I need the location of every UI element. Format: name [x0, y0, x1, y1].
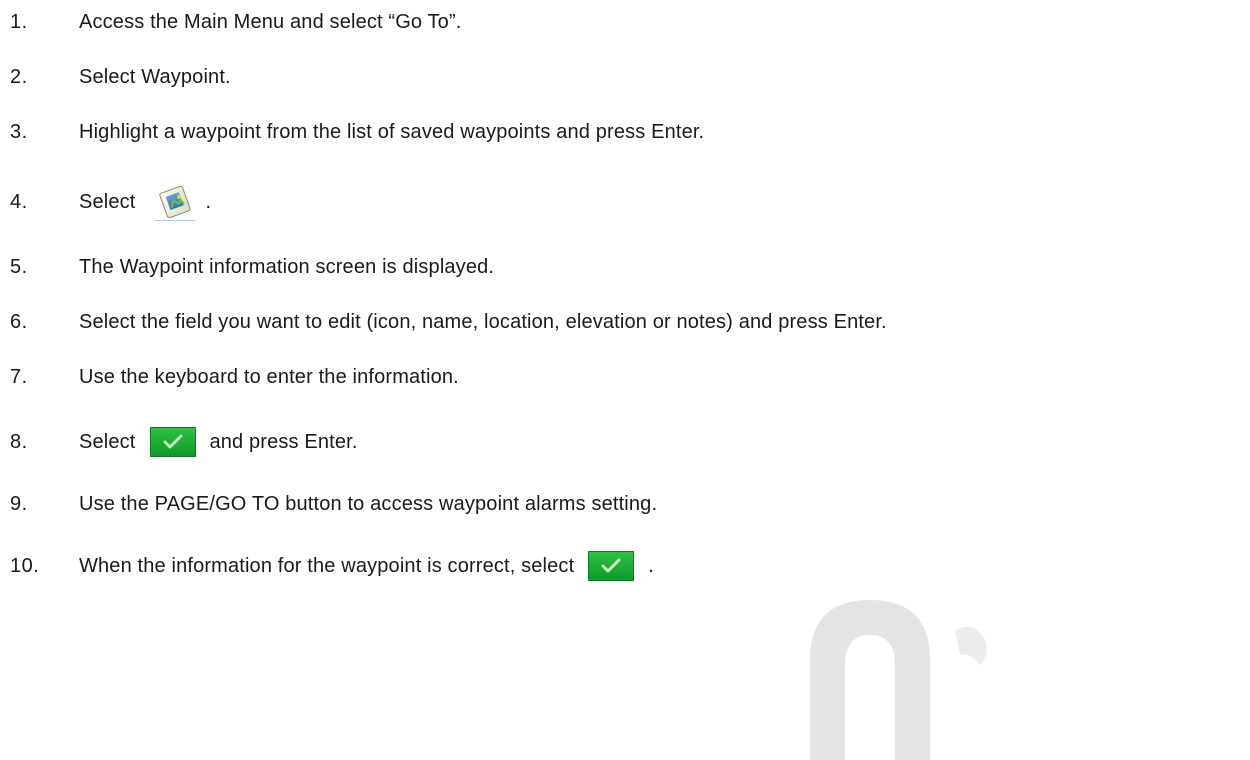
step-text: When the information for the waypoint is… — [79, 554, 575, 577]
step-text-after: and press Enter. — [209, 430, 358, 453]
step-text: The Waypoint information screen is displ… — [79, 255, 495, 278]
step-number: 2. — [10, 65, 28, 88]
step-text: Highlight a waypoint from the list of sa… — [79, 120, 705, 143]
edit-waypoint-icon — [153, 184, 196, 221]
step-number: 4. — [10, 190, 28, 213]
step-number: 8. — [10, 430, 28, 453]
step-number: 1. — [10, 10, 28, 33]
step-number: 9. — [10, 492, 28, 515]
checkmark-icon — [588, 551, 635, 581]
step-text-after: . — [205, 190, 212, 213]
step-text: Select Waypoint. — [79, 65, 231, 88]
step-content: Select . — [79, 184, 211, 221]
step-number: 7. — [10, 365, 28, 388]
step-text: Select the field you want to edit (icon,… — [79, 310, 887, 333]
step-text-after: . — [648, 554, 655, 577]
step-text: Select — [79, 190, 136, 213]
step-text: Use the PAGE/GO TO button to access wayp… — [79, 492, 658, 515]
step-text: Access the Main Menu and select “Go To”. — [79, 10, 462, 33]
checkmark-icon — [149, 427, 196, 457]
step-number: 5. — [10, 255, 28, 278]
step-content: Select and press Enter. — [79, 427, 358, 457]
step-text: Select — [79, 430, 136, 453]
step-number: 3. — [10, 120, 28, 143]
step-content: When the information for the waypoint is… — [79, 551, 654, 581]
step-text: Use the keyboard to enter the informatio… — [79, 365, 459, 388]
step-number: 6. — [10, 310, 28, 333]
watermark — [810, 600, 987, 760]
step-number: 10. — [10, 554, 40, 577]
